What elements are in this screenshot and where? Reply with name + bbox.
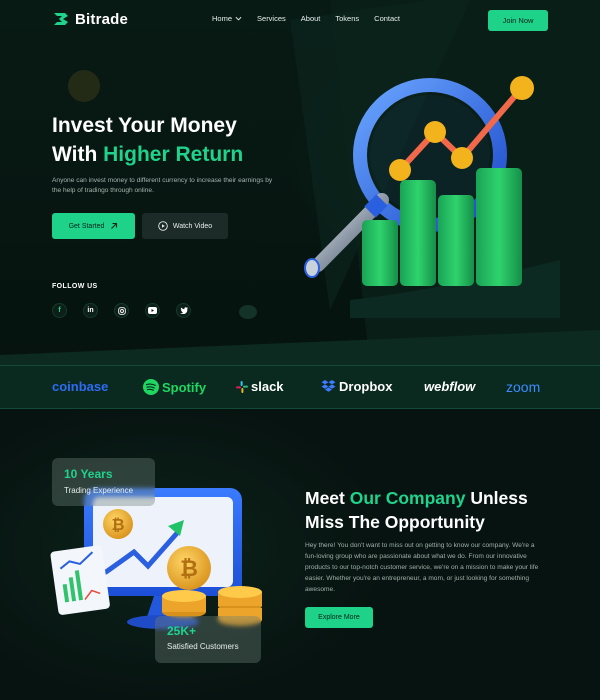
brand-logo[interactable]: Bitrade <box>52 10 128 28</box>
about-title: Meet Our Company Unless Miss The Opportu… <box>305 486 528 534</box>
brand-webflow: webflow <box>424 379 475 394</box>
brand-spotify-label: Spotify <box>162 379 207 395</box>
get-started-label: Get Started <box>68 222 105 230</box>
stat-customers-value: 25K+ <box>167 624 197 638</box>
brand-zoom-label: zoom <box>506 379 541 395</box>
hero-description: Anyone can invest money to different cur… <box>52 177 273 194</box>
about-title-line1: Meet Our Company Unless <box>305 486 528 510</box>
brand-slack-label: slack <box>251 379 284 394</box>
nav-tokens-label: Tokens <box>335 14 360 23</box>
logo-mark-icon <box>54 13 68 25</box>
brand-name: Bitrade <box>75 10 129 28</box>
brand-coinbase-label: coinbase <box>52 379 109 394</box>
social-links: f in <box>52 303 191 318</box>
blurred-coin-decoration <box>68 70 100 102</box>
instagram-icon[interactable] <box>114 303 129 318</box>
nav-links: Home Services About Tokens Contact <box>212 14 400 23</box>
hero-growth-illustration <box>304 76 560 318</box>
nav-tokens[interactable]: Tokens <box>335 14 359 23</box>
about-title-prefix: Meet <box>305 488 350 508</box>
hero-section: Bitrade Home Services About Tokens Conta… <box>0 0 600 365</box>
dropbox-logo-icon <box>321 380 336 392</box>
follow-us-label: FOLLOW US <box>52 283 98 290</box>
nav-services[interactable]: Services <box>257 14 286 23</box>
nav-about-label: About <box>300 14 321 23</box>
about-description: Hey there! You don't want to miss out on… <box>305 542 539 593</box>
hero-title-line1: Invest Your Money <box>52 114 237 137</box>
stat-experience-label: Trading Experience <box>64 486 134 495</box>
nav-services-label: Services <box>257 14 286 23</box>
linkedin-icon[interactable]: in <box>83 303 98 318</box>
watch-video-button[interactable]: Watch Video <box>142 213 228 239</box>
brand-coinbase: coinbase <box>52 379 108 394</box>
about-title-suffix: Unless <box>465 488 528 508</box>
brand-dropbox: Dropbox <box>321 379 392 394</box>
svg-text:₿: ₿ <box>180 557 198 582</box>
svg-text:₿: ₿ <box>111 515 124 534</box>
nav-contact[interactable]: Contact <box>374 14 400 23</box>
brand-zoom: zoom <box>506 379 540 395</box>
brand-slack: slack <box>236 379 284 394</box>
nav-home[interactable]: Home <box>212 14 242 23</box>
about-title-accent: Our Company <box>349 488 466 508</box>
nav-home-label: Home <box>212 14 233 23</box>
stat-experience-value: 10 Years <box>64 467 113 481</box>
hero-title: Invest Your Money With Higher Return <box>52 111 243 169</box>
spotify-logo-icon <box>143 379 159 395</box>
hero-title-prefix: With <box>52 143 104 166</box>
chevron-down-icon <box>235 16 242 21</box>
nav-contact-label: Contact <box>374 14 401 23</box>
hero-title-line2: With Higher Return <box>52 140 243 169</box>
play-circle-icon <box>158 221 168 231</box>
hero-title-accent: Higher Return <box>103 143 244 166</box>
brand-webflow-label: webflow <box>424 379 476 394</box>
twitter-icon[interactable] <box>176 303 191 318</box>
about-title-line2: Miss The Opportunity <box>305 512 485 532</box>
stat-customers-label: Satisfied Customers <box>167 642 239 651</box>
slack-logo-icon <box>236 380 248 393</box>
nav-about[interactable]: About <box>301 14 321 23</box>
brand-dropbox-label: Dropbox <box>339 379 393 394</box>
youtube-icon[interactable] <box>145 303 160 318</box>
watch-video-label: Watch Video <box>172 222 213 230</box>
stat-card-customers: 25K+ Satisfied Customers <box>155 616 261 663</box>
join-now-button[interactable]: Join Now <box>488 10 548 31</box>
facebook-icon[interactable]: f <box>52 303 67 318</box>
top-navigation: Bitrade Home Services About Tokens Conta… <box>0 0 600 40</box>
stat-card-experience: 10 Years Trading Experience <box>52 458 155 506</box>
partner-brands-strip: coinbase Spotify slack Dropbox webflow z… <box>0 365 600 409</box>
explore-more-button[interactable]: Explore More <box>305 607 373 628</box>
arrow-up-right-icon <box>111 222 118 229</box>
brand-spotify: Spotify <box>143 379 206 395</box>
get-started-button[interactable]: Get Started <box>52 213 135 239</box>
